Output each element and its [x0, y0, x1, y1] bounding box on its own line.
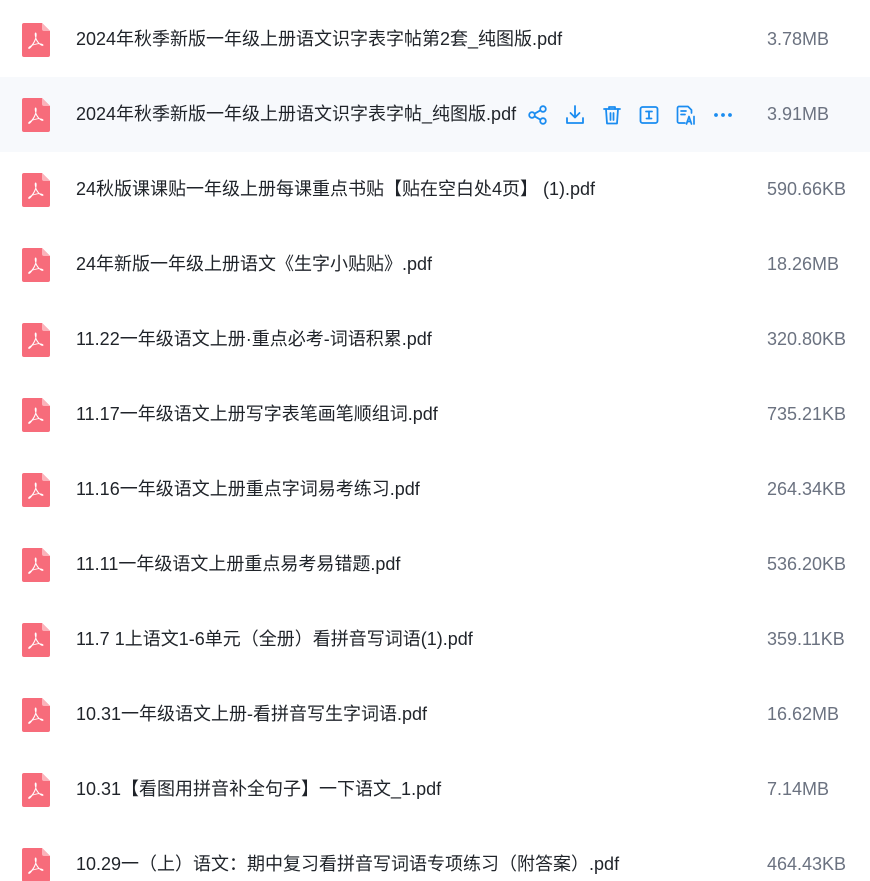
- pdf-file-icon: [22, 848, 50, 881]
- file-row[interactable]: 11.16一年级语文上册重点字词易考练习.pdf 264.34KB: [0, 452, 870, 527]
- file-name[interactable]: 10.31一年级语文上册-看拼音写生字词语.pdf: [76, 677, 427, 752]
- pdf-file-icon: [22, 623, 50, 657]
- pdf-file-icon: [22, 473, 50, 507]
- file-size: 7.14MB: [767, 779, 830, 799]
- file-name[interactable]: 11.11一年级语文上册重点易考易错题.pdf: [76, 527, 400, 602]
- file-size: 536.20KB: [767, 554, 847, 574]
- pdf-file-icon: [22, 323, 50, 357]
- file-row[interactable]: 11.11一年级语文上册重点易考易错题.pdf 536.20KB: [0, 527, 870, 602]
- pdf-file-icon: [22, 773, 50, 807]
- file-name[interactable]: 11.16一年级语文上册重点字词易考练习.pdf: [76, 452, 420, 527]
- file-size: 18.26MB: [767, 254, 840, 274]
- file-name[interactable]: 10.29一（上）语文：期中复习看拼音写词语专项练习（附答案）.pdf: [76, 827, 619, 881]
- file-size: 590.66KB: [767, 179, 847, 199]
- file-size: 3.78MB: [767, 29, 830, 49]
- file-list: 2024年秋季新版一年级上册语文识字表字帖第2套_纯图版.pdf 3.78MB …: [0, 0, 870, 881]
- file-row[interactable]: 11.22一年级语文上册·重点必考-词语积累.pdf 320.80KB: [0, 302, 870, 377]
- more-icon[interactable]: [709, 101, 737, 129]
- file-size: 320.80KB: [767, 329, 847, 349]
- row-actions: [524, 101, 746, 129]
- file-name[interactable]: 10.31【看图用拼音补全句子】一下语文_1.pdf: [76, 752, 441, 827]
- file-name[interactable]: 11.17一年级语文上册写字表笔画笔顺组词.pdf: [76, 377, 438, 452]
- download-icon[interactable]: [561, 101, 589, 129]
- pdf-file-icon: [22, 248, 50, 282]
- pdf-file-icon: [22, 698, 50, 732]
- file-name[interactable]: 11.22一年级语文上册·重点必考-词语积累.pdf: [76, 302, 432, 377]
- file-row[interactable]: 24秋版课课贴一年级上册每课重点书贴【贴在空白处4页】 (1).pdf 590.…: [0, 152, 870, 227]
- file-size: 464.43KB: [767, 854, 847, 874]
- file-row[interactable]: 11.7 1上语文1-6单元（全册）看拼音写词语(1).pdf 359.11KB: [0, 602, 870, 677]
- rename-icon[interactable]: [635, 101, 663, 129]
- file-name[interactable]: 11.7 1上语文1-6单元（全册）看拼音写词语(1).pdf: [76, 602, 473, 677]
- file-size: 16.62MB: [767, 704, 840, 724]
- file-size: 735.21KB: [767, 404, 847, 424]
- file-name[interactable]: 24秋版课课贴一年级上册每课重点书贴【贴在空白处4页】 (1).pdf: [76, 152, 595, 227]
- file-row[interactable]: 10.31【看图用拼音补全句子】一下语文_1.pdf 7.14MB: [0, 752, 870, 827]
- pdf-file-icon: [22, 173, 50, 207]
- file-size: 264.34KB: [767, 479, 847, 499]
- pdf-file-icon: [22, 398, 50, 432]
- ai-summary-icon[interactable]: [672, 101, 700, 129]
- file-row[interactable]: 10.31一年级语文上册-看拼音写生字词语.pdf 16.62MB: [0, 677, 870, 752]
- file-name[interactable]: 24年新版一年级上册语文《生字小贴贴》.pdf: [76, 227, 432, 302]
- file-row[interactable]: 11.17一年级语文上册写字表笔画笔顺组词.pdf 735.21KB: [0, 377, 870, 452]
- file-row[interactable]: 24年新版一年级上册语文《生字小贴贴》.pdf 18.26MB: [0, 227, 870, 302]
- share-icon[interactable]: [524, 101, 552, 129]
- file-name[interactable]: 2024年秋季新版一年级上册语文识字表字帖_纯图版.pdf: [76, 77, 516, 152]
- file-row[interactable]: 2024年秋季新版一年级上册语文识字表字帖_纯图版.pdf 3.91MB: [0, 77, 870, 152]
- file-size: 359.11KB: [767, 629, 845, 649]
- pdf-file-icon: [22, 23, 50, 57]
- file-size: 3.91MB: [767, 104, 830, 124]
- pdf-file-icon: [22, 548, 50, 582]
- file-name[interactable]: 2024年秋季新版一年级上册语文识字表字帖第2套_纯图版.pdf: [76, 2, 562, 77]
- pdf-file-icon: [22, 98, 50, 132]
- file-row[interactable]: 2024年秋季新版一年级上册语文识字表字帖第2套_纯图版.pdf 3.78MB: [0, 2, 870, 77]
- file-row[interactable]: 10.29一（上）语文：期中复习看拼音写词语专项练习（附答案）.pdf 464.…: [0, 827, 870, 881]
- delete-icon[interactable]: [598, 101, 626, 129]
